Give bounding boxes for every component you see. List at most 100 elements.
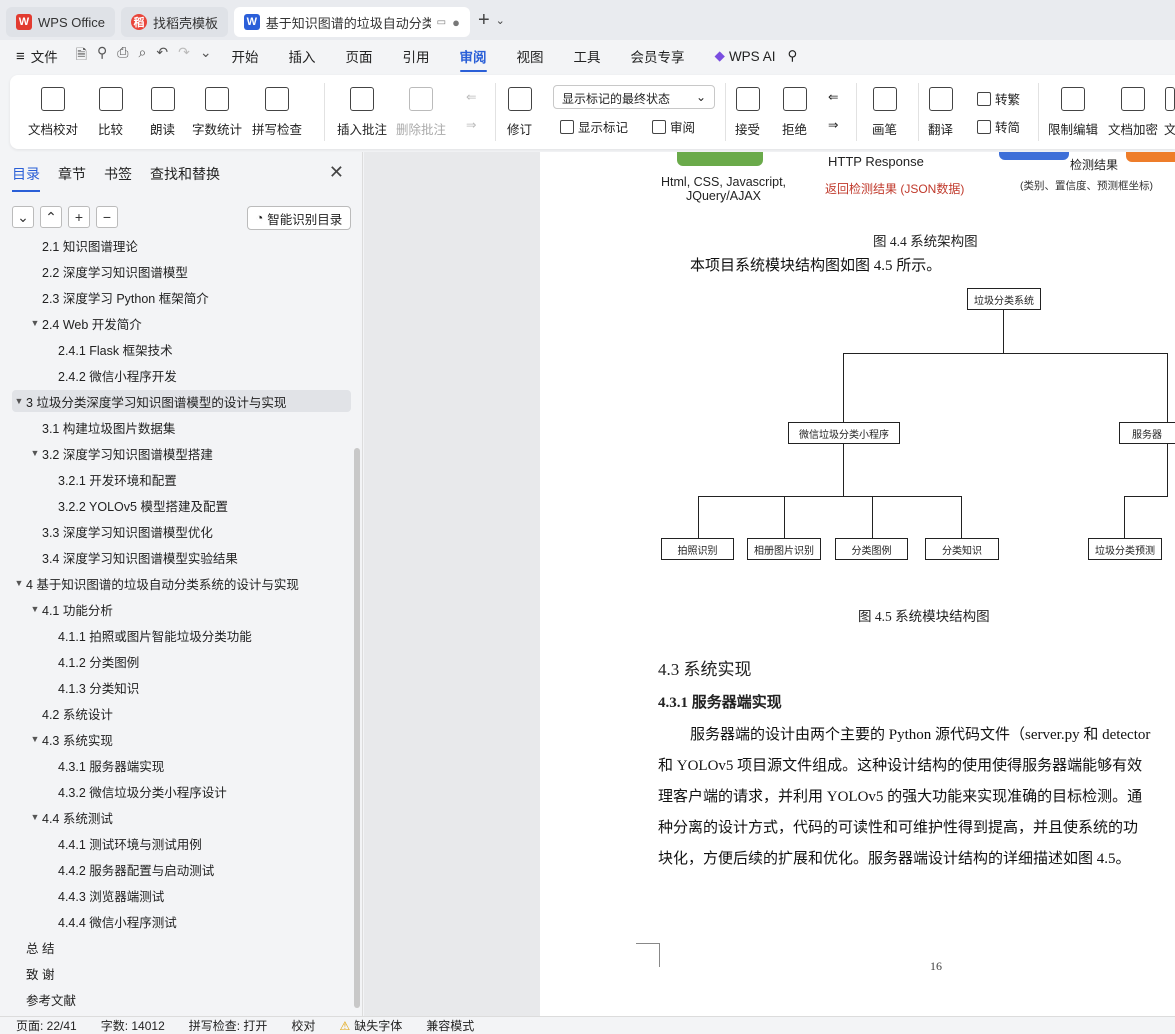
compare-button[interactable]: 比较 [98, 87, 123, 138]
show-markup-button[interactable]: 显示标记 [560, 117, 628, 136]
toc-item[interactable]: 3.2.1 开发环境和配置 [12, 468, 351, 490]
collapse-arrow-icon[interactable]: ▼ [28, 448, 42, 458]
doc-check-button[interactable]: 文档校对 [28, 87, 78, 138]
redo-icon[interactable]: ↷ [178, 44, 190, 68]
toc-item[interactable]: 4.4.2 服务器配置与启动测试 [12, 858, 351, 880]
toc-item[interactable]: 4.1.1 拍照或图片智能垃圾分类功能 [12, 624, 351, 646]
collapse-up-icon[interactable]: ⌃ [40, 206, 62, 228]
delete-comment-button[interactable]: 删除批注 [396, 87, 446, 138]
toc-scrollbar[interactable] [354, 448, 360, 1008]
proofread-status[interactable]: 校对 [291, 1017, 315, 1034]
toc-item[interactable]: ▼ 4 基于知识图谱的垃圾自动分类系统的设计与实现 [12, 572, 351, 594]
compat-mode-status[interactable]: 兼容模式 [426, 1017, 474, 1034]
menu-page[interactable]: 页面 [346, 46, 373, 66]
add-level-icon[interactable]: + [68, 206, 90, 228]
toc-item[interactable]: 4.4.3 浏览器端测试 [12, 884, 351, 906]
print-icon[interactable]: ⎙ [117, 44, 128, 68]
share-icon[interactable]: ⚲ [97, 44, 107, 68]
search-icon[interactable]: ⚲ [787, 48, 797, 64]
toc-item[interactable]: 3.2.2 YOLOv5 模型搭建及配置 [12, 494, 351, 516]
collapse-arrow-icon[interactable]: ▼ [28, 734, 42, 744]
menu-tools[interactable]: 工具 [574, 46, 601, 66]
word-count-indicator[interactable]: 字数: 14012 [101, 1017, 165, 1034]
collapse-arrow-icon[interactable]: ▼ [28, 812, 42, 822]
collapse-arrow-icon[interactable]: ▼ [12, 396, 26, 406]
nav-tab-chapters[interactable]: 章节 [58, 164, 86, 184]
pen-button[interactable]: 画笔 [872, 87, 897, 138]
toc-item[interactable]: 4.4.4 微信小程序测试 [12, 910, 351, 932]
toc-item[interactable]: 4.1.3 分类知识 [12, 676, 351, 698]
chevron-down-icon[interactable]: ⌄ [496, 14, 505, 27]
nav-tab-bookmarks[interactable]: 书签 [104, 164, 132, 184]
toc-item[interactable]: 3.4 深度学习知识图谱模型实验结果 [12, 546, 351, 568]
new-tab-icon[interactable]: + [478, 9, 490, 32]
toc-item[interactable]: 2.1 知识图谱理论 [12, 238, 351, 256]
undo-icon[interactable]: ↶ [156, 44, 168, 68]
menu-file[interactable]: 文件 [31, 46, 58, 66]
reject-button[interactable]: 拒绝 [782, 87, 807, 138]
toc-item[interactable]: 2.4.1 Flask 框架技术 [12, 338, 351, 360]
toc-item[interactable]: 4.2 系统设计 [12, 702, 351, 724]
prev-comment-icon[interactable]: ⇐ [466, 89, 476, 104]
review-pane-button[interactable]: 审阅 [652, 117, 695, 136]
close-icon[interactable]: ✕ [329, 162, 344, 183]
toc-item[interactable]: ▼ 3.2 深度学习知识图谱模型搭建 [12, 442, 351, 464]
toc-item[interactable]: 2.3 深度学习 Python 框架简介 [12, 286, 351, 308]
toc-item[interactable]: 参考文献 [12, 988, 351, 1010]
to-simplified-button[interactable]: 转简 [977, 117, 1020, 136]
hamburger-icon[interactable]: ≡ [16, 48, 25, 65]
read-aloud-button[interactable]: 朗读 [150, 87, 175, 138]
toc-item[interactable]: 总 结 [12, 936, 351, 958]
print-preview-icon[interactable]: ⌕ [139, 44, 147, 68]
encrypt-button[interactable]: 文档加密 [1108, 87, 1158, 138]
toc-item[interactable]: ▼ 4.3 系统实现 [12, 728, 351, 750]
toc-item[interactable]: 致 谢 [12, 962, 351, 984]
nav-tab-toc[interactable]: 目录 [12, 164, 40, 192]
toc-item[interactable]: 4.3.1 服务器端实现 [12, 754, 351, 776]
tab-document[interactable]: W 基于知识图谱的垃圾自动分类系统的设计与实现 ▭ ● [233, 7, 470, 37]
menu-view[interactable]: 视图 [517, 46, 544, 66]
toc-item[interactable]: ▼ 4.4 系统测试 [12, 806, 351, 828]
insert-comment-button[interactable]: 插入批注 [337, 87, 387, 138]
spell-check-status[interactable]: 拼写检查: 打开 [189, 1017, 268, 1034]
smart-toc-button[interactable]: ◔ 智能识别目录 [247, 206, 351, 230]
unsaved-dot-icon[interactable]: ● [452, 15, 460, 30]
display-mode-select[interactable]: 显示标记的最终状态 ⌄ [553, 85, 715, 109]
next-comment-icon[interactable]: ⇒ [466, 117, 476, 132]
toc-item[interactable]: 4.3.2 微信垃圾分类小程序设计 [12, 780, 351, 802]
toc-item[interactable]: ▼ 4.1 功能分析 [12, 598, 351, 620]
menu-wps-ai[interactable]: WPS AI [729, 49, 776, 64]
menu-insert[interactable]: 插入 [289, 46, 316, 66]
toc-item[interactable]: 2.4.2 微信小程序开发 [12, 364, 351, 386]
tab-wps-office[interactable]: W WPS Office [6, 7, 115, 37]
to-traditional-button[interactable]: 转繁 [977, 89, 1020, 108]
more-ribbon-button[interactable]: 文 [1164, 87, 1175, 138]
translate-button[interactable]: 翻译 [928, 87, 953, 138]
next-change-icon[interactable]: ⇒ [828, 117, 838, 132]
track-changes-button[interactable]: 修订 [507, 87, 532, 138]
toc-item[interactable]: ▼ 3 垃圾分类深度学习知识图谱模型的设计与实现 [12, 390, 351, 412]
toc-item[interactable]: 3.3 深度学习知识图谱模型优化 [12, 520, 351, 542]
missing-font-status[interactable]: 缺失字体 [354, 1017, 402, 1034]
tab-docer[interactable]: 稻 找稻壳模板 [120, 7, 228, 37]
toc-item[interactable]: 4.1.2 分类图例 [12, 650, 351, 672]
save-icon[interactable]: 🗎 [76, 44, 87, 68]
toc-item[interactable]: 4.4.1 测试环境与测试用例 [12, 832, 351, 854]
menu-start[interactable]: 开始 [232, 46, 259, 66]
quick-access-more-icon[interactable]: ⌄ [200, 44, 212, 68]
menu-member[interactable]: 会员专享 [631, 46, 685, 66]
toc-item[interactable]: ▼ 2.4 Web 开发简介 [12, 312, 351, 334]
prev-change-icon[interactable]: ⇐ [828, 89, 838, 104]
accept-button[interactable]: 接受 [735, 87, 760, 138]
collapse-arrow-icon[interactable]: ▼ [28, 318, 42, 328]
menu-review[interactable]: 审阅 [459, 46, 487, 72]
toc-item[interactable]: 3.1 构建垃圾图片数据集 [12, 416, 351, 438]
collapse-arrow-icon[interactable]: ▼ [12, 578, 26, 588]
nav-tab-find-replace[interactable]: 查找和替换 [150, 164, 220, 184]
page-indicator[interactable]: 页面: 22/41 [16, 1017, 77, 1034]
collapse-arrow-icon[interactable]: ▼ [28, 604, 42, 614]
restrict-edit-button[interactable]: 限制编辑 [1048, 87, 1098, 138]
remove-level-icon[interactable]: − [96, 206, 118, 228]
word-count-button[interactable]: 字数统计 [192, 87, 242, 138]
spell-check-button[interactable]: 拼写检查 [252, 87, 302, 138]
